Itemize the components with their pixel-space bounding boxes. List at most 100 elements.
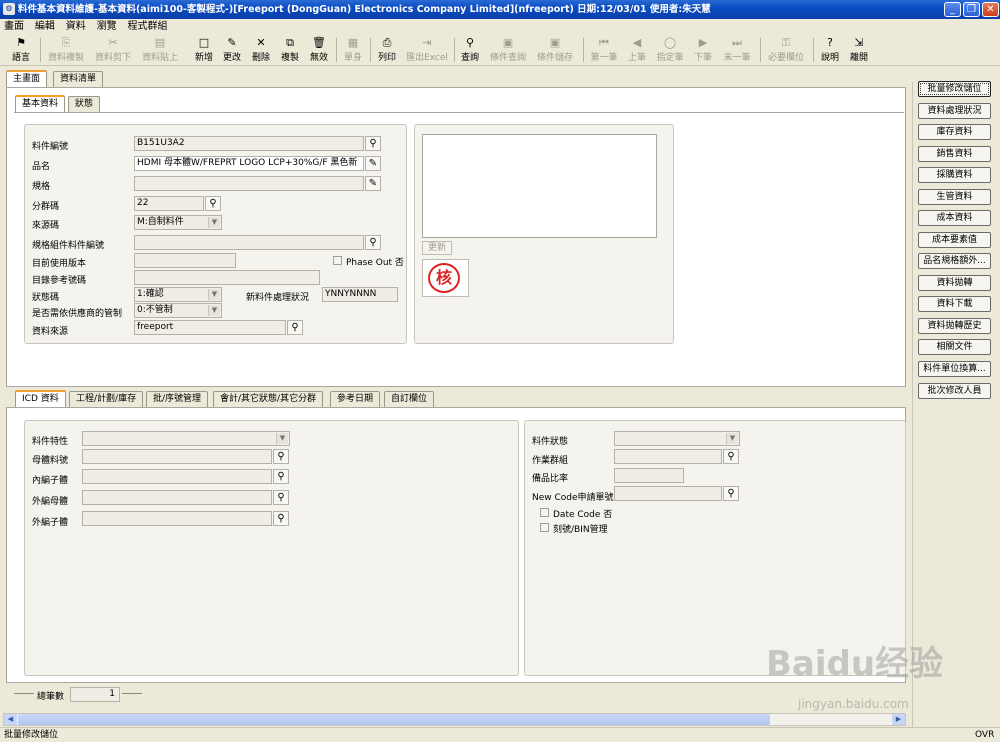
work-group-field[interactable] (614, 449, 722, 464)
menu-data[interactable]: 資料 (62, 19, 90, 34)
minimize-button[interactable]: _ (944, 2, 961, 17)
export-excel-button[interactable]: ⇥ 匯出Excel (403, 36, 451, 64)
new-code-search-button[interactable]: ⚲ (723, 486, 739, 501)
spec-edit-button[interactable]: ✎ (365, 176, 381, 191)
current-version-field[interactable] (134, 253, 236, 268)
tab-main[interactable]: 主畫面 (6, 70, 48, 87)
sales-data-button[interactable]: 銷售資料 (918, 146, 991, 162)
part-status-label: 料件狀態 (532, 437, 569, 447)
part-no-field[interactable]: B151U3A2 (134, 136, 364, 151)
group-code-search-button[interactable]: ⚲ (205, 196, 221, 211)
scroll-left-icon[interactable]: ◀ (4, 714, 17, 725)
data-source-search-button[interactable]: ⚲ (287, 320, 303, 335)
extra-spec-button[interactable]: 品名規格額外... (918, 253, 991, 269)
detail-button[interactable]: ▦ 單身 (340, 36, 366, 64)
mother-part-search-button[interactable]: ⚲ (273, 449, 289, 464)
inner-child-search-button[interactable]: ⚲ (273, 469, 289, 484)
close-button[interactable]: ✕ (982, 2, 999, 17)
next-record-button[interactable]: ▶ 下筆 (690, 36, 716, 64)
scroll-right-icon[interactable]: ▶ (892, 714, 905, 725)
cost-element-button[interactable]: 成本要素值 (918, 232, 991, 248)
phase-out-checkbox[interactable] (333, 256, 342, 265)
goto-record-button[interactable]: ◯ 指定筆 (653, 36, 687, 64)
spec-part-field[interactable] (134, 235, 364, 250)
name-field[interactable]: HDMI 母本體W/FREPRT LOGO LCP+30%G/F 黑色新 (134, 156, 364, 171)
menu-edit[interactable]: 編輯 (31, 19, 59, 34)
tab-engineering[interactable]: 工程/計劃/庫存 (69, 391, 144, 407)
new-status-field[interactable]: YNNYNNNN (322, 287, 398, 302)
date-code-label: Date Code 否 (553, 510, 613, 520)
status-code-select[interactable]: 1:確認 ▼ (134, 287, 222, 302)
part-status-select[interactable]: ▼ (614, 431, 740, 446)
work-group-search-button[interactable]: ⚲ (723, 449, 739, 464)
purchase-data-button[interactable]: 採購資料 (918, 167, 991, 183)
last-record-button[interactable]: ⏭ 末一筆 (719, 36, 755, 64)
production-data-button[interactable]: 生管資料 (918, 189, 991, 205)
condition-query-button[interactable]: ▣ 條件查詢 (486, 36, 530, 64)
inner-child-field[interactable] (82, 469, 272, 484)
outer-child-search-button[interactable]: ⚲ (273, 511, 289, 526)
batch-modify-personnel-button[interactable]: 批次修改人員 (918, 383, 991, 399)
horizontal-scrollbar[interactable]: ◀ ▶ (3, 713, 906, 726)
menu-screen[interactable]: 畫面 (0, 19, 28, 34)
update-button[interactable]: 更新 (422, 241, 452, 255)
language-button[interactable]: ⚑ 語言 (4, 36, 38, 64)
catalog-ref-field[interactable] (134, 270, 320, 285)
menu-program-group[interactable]: 程式群組 (124, 19, 172, 34)
data-processing-status-button[interactable]: 資料處理狀況 (918, 103, 991, 119)
invalid-button[interactable]: 🗑 無效 (306, 36, 332, 64)
source-code-select[interactable]: M:自制料件 ▼ (134, 215, 222, 230)
required-fields-button[interactable]: ⚿ 必要欄位 (764, 36, 808, 64)
delete-button[interactable]: ✕ 刪除 (248, 36, 274, 64)
data-download-button[interactable]: 資料下載 (918, 296, 991, 312)
mother-part-field[interactable] (82, 449, 272, 464)
batch-modify-location-button[interactable]: 批量修改儲位 (918, 81, 991, 97)
first-record-button[interactable]: ⏮ 第一筆 (587, 36, 621, 64)
tab-accounting[interactable]: 會計/其它狀態/其它分群 (213, 391, 324, 407)
name-edit-button[interactable]: ✎ (365, 156, 381, 171)
modify-button[interactable]: ✎ 更改 (219, 36, 245, 64)
tab-lot-serial[interactable]: 批/序號管理 (146, 391, 209, 407)
condition-save-button[interactable]: ▣ 條件儲存 (533, 36, 577, 64)
outer-mother-field[interactable] (82, 490, 272, 505)
part-no-search-button[interactable]: ⚲ (365, 136, 381, 151)
bin-management-checkbox[interactable] (540, 523, 549, 532)
group-code-field[interactable]: 22 (134, 196, 204, 211)
prev-record-button[interactable]: ◀ 上筆 (624, 36, 650, 64)
new-button[interactable]: □ 新增 (191, 36, 217, 64)
tab-status[interactable]: 狀態 (68, 96, 101, 112)
date-code-checkbox[interactable] (540, 508, 549, 517)
inventory-data-button[interactable]: 庫存資料 (918, 124, 991, 140)
spare-ratio-field[interactable] (614, 468, 684, 483)
tab-reference-date[interactable]: 參考日期 (330, 391, 381, 407)
outer-child-field[interactable] (82, 511, 272, 526)
cut-data-button[interactable]: ✂ 資料剪下 (91, 36, 135, 64)
paste-data-button[interactable]: ▤ 資料貼上 (138, 36, 182, 64)
unit-conversion-button[interactable]: 料件單位換算... (918, 361, 991, 377)
spec-field[interactable] (134, 176, 364, 191)
duplicate-button[interactable]: ⧉ 複製 (277, 36, 303, 64)
help-button[interactable]: ? 說明 (817, 36, 843, 64)
vendor-control-select[interactable]: 0:不管制 ▼ (134, 303, 222, 318)
flag-icon: ⚑ (16, 36, 26, 49)
outer-mother-search-button[interactable]: ⚲ (273, 490, 289, 505)
menu-browse[interactable]: 瀏覽 (93, 19, 121, 34)
copy-data-button[interactable]: ⎘ 資料複製 (44, 36, 88, 64)
transfer-history-button[interactable]: 資料拋轉歷史 (918, 318, 991, 334)
spec-part-search-button[interactable]: ⚲ (365, 235, 381, 250)
exit-button[interactable]: ⇲ 離開 (846, 36, 872, 64)
tab-icd-data[interactable]: ICD 資料 (15, 390, 66, 407)
tab-data-list[interactable]: 資料清單 (53, 71, 104, 87)
cost-data-button[interactable]: 成本資料 (918, 210, 991, 226)
data-source-field[interactable]: freeport (134, 320, 286, 335)
maximize-button[interactable]: ❐ (963, 2, 980, 17)
related-documents-button[interactable]: 相關文件 (918, 339, 991, 355)
tab-custom-fields[interactable]: 自訂欄位 (384, 391, 435, 407)
tab-basic-data[interactable]: 基本資料 (15, 95, 66, 112)
part-attribute-select[interactable]: ▼ (82, 431, 290, 446)
new-code-field[interactable] (614, 486, 722, 501)
data-transfer-button[interactable]: 資料拋轉 (918, 275, 991, 291)
query-button[interactable]: ⚲ 查詢 (457, 36, 483, 64)
scrollbar-thumb[interactable] (18, 714, 770, 725)
print-button[interactable]: ⎙ 列印 (374, 36, 400, 64)
